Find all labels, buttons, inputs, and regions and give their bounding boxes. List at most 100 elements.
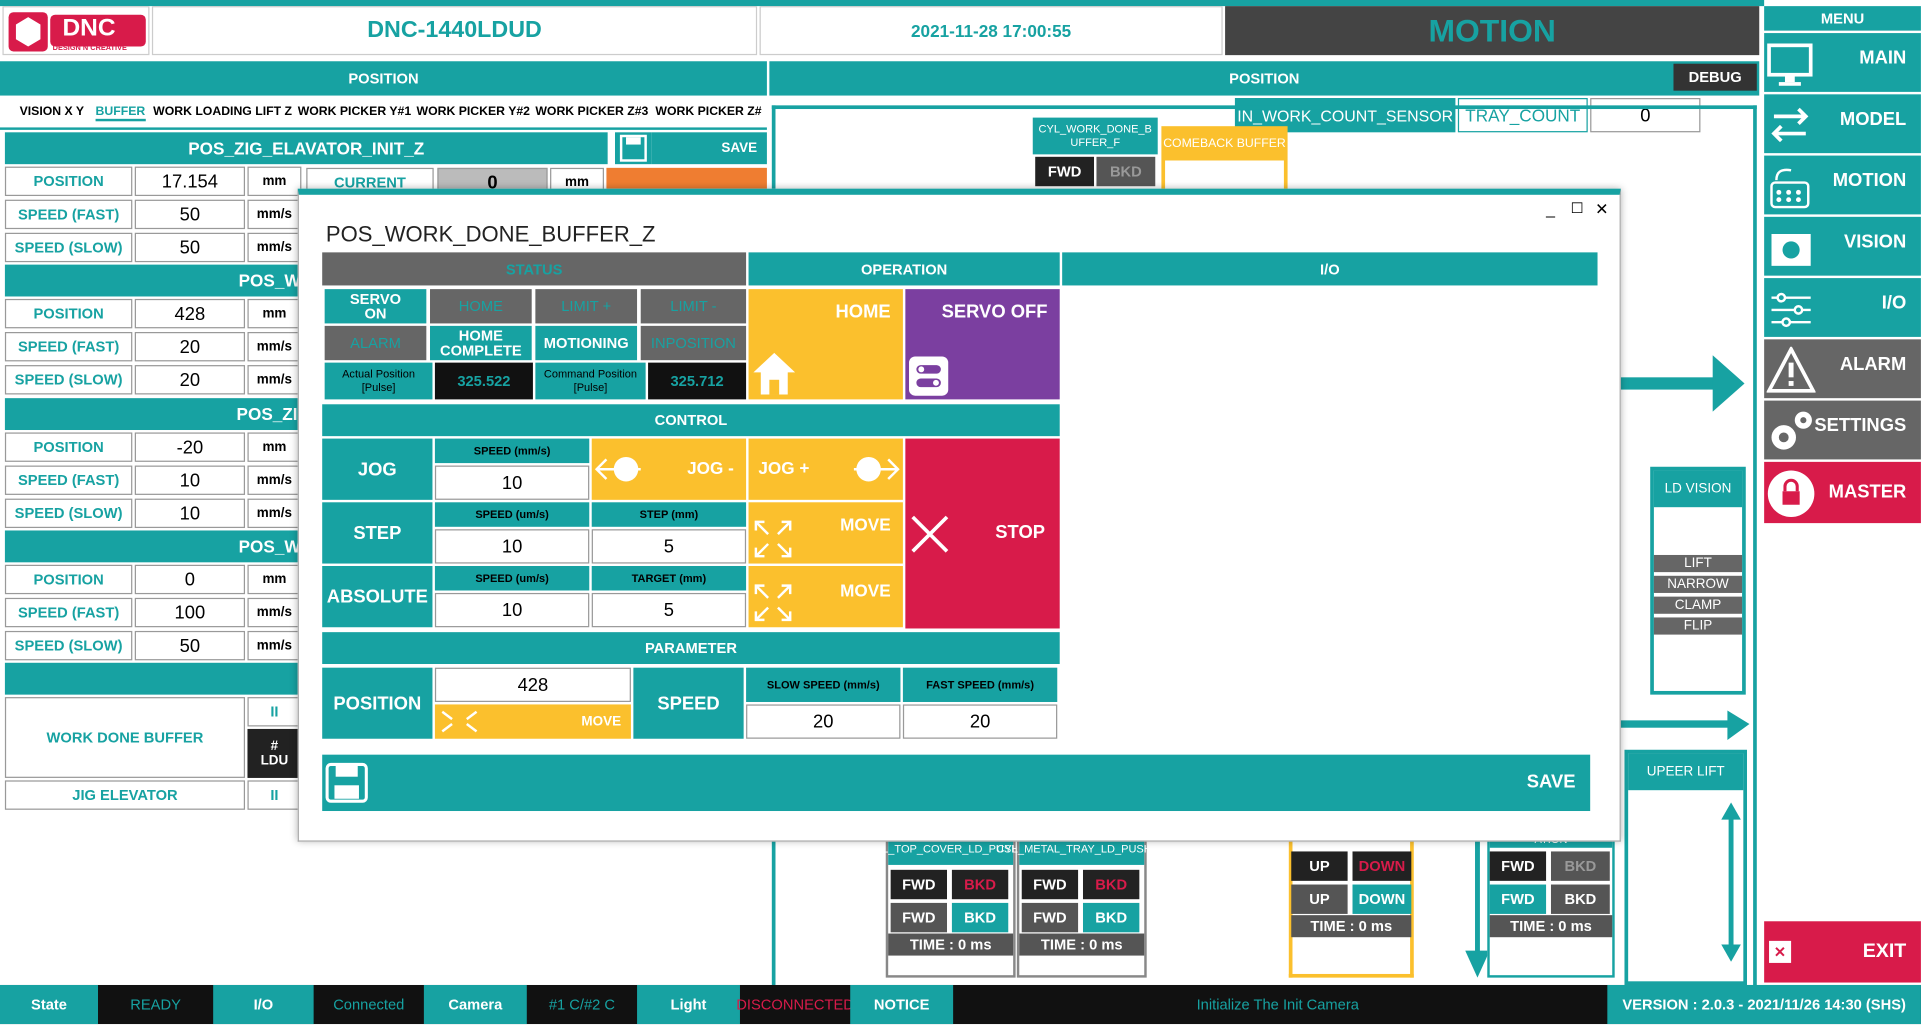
- arrow-right-icon: [1617, 355, 1745, 412]
- cyl-metal-fwd-1[interactable]: FWD: [1021, 869, 1079, 900]
- exit-icon: ✕: [1769, 940, 1792, 963]
- servo-off-label: SERVO OFF: [941, 301, 1048, 323]
- op-home-button[interactable]: HOME: [748, 289, 903, 400]
- menu-label: VISION: [1843, 231, 1907, 253]
- group-fast-value[interactable]: 20: [134, 332, 246, 362]
- home-complete-status: HOME COMPLETE: [430, 325, 532, 361]
- jog-plus-button[interactable]: JOG +: [748, 438, 903, 500]
- param-speed-label: SPEED: [633, 667, 744, 739]
- work-done-buffer-button[interactable]: WORK DONE BUFFER: [4, 697, 246, 778]
- maximize-icon[interactable]: ☐: [1571, 200, 1584, 217]
- logo: DNC DESIGN N CREATIVE: [2, 6, 150, 56]
- menu-label: MAIN: [1859, 47, 1907, 69]
- cyl-buffer-fwd[interactable]: FWD: [1035, 156, 1095, 187]
- group-position-unit: mm: [247, 432, 302, 462]
- param-position-input[interactable]: 428: [434, 667, 631, 702]
- group-fast-value[interactable]: 100: [134, 597, 246, 628]
- parameter-header: PARAMETER: [322, 632, 1060, 665]
- ation-fwd-2[interactable]: FWD: [1489, 884, 1547, 914]
- group-slow-value[interactable]: 50: [134, 630, 246, 661]
- step-move-button[interactable]: MOVE: [748, 502, 903, 564]
- cyl-metal-fwd-2[interactable]: FWD: [1021, 902, 1079, 933]
- cyl-buffer-bkd[interactable]: BKD: [1096, 156, 1156, 187]
- model-name: DNC-1440LDUD: [151, 6, 758, 56]
- group-position-value[interactable]: 0: [134, 564, 246, 595]
- step-mm-input[interactable]: 5: [591, 529, 747, 564]
- menu-settings[interactable]: SETTINGS: [1764, 400, 1921, 460]
- tab-work-picker-y2[interactable]: WORK PICKER Y#2: [417, 105, 530, 118]
- group-slow-value[interactable]: 10: [134, 498, 246, 529]
- group-position-value[interactable]: -20: [134, 432, 246, 462]
- ation-bkd-2[interactable]: BKD: [1550, 884, 1610, 914]
- fast-speed-input[interactable]: 20: [902, 704, 1058, 739]
- menu-label: MASTER: [1828, 481, 1907, 503]
- group-slow-value[interactable]: 50: [134, 232, 246, 263]
- menu-io[interactable]: I/O: [1764, 278, 1921, 337]
- exit-button[interactable]: ✕ EXIT: [1764, 921, 1921, 983]
- monitor-icon: [1767, 43, 1813, 86]
- left-save-button[interactable]: SAVE: [651, 132, 767, 165]
- menu-alarm[interactable]: ALARM: [1764, 339, 1921, 399]
- servo-on-button[interactable]: SERVO ON: [324, 289, 427, 324]
- tab-work-picker-z4[interactable]: WORK PICKER Z#: [655, 105, 761, 118]
- jog-speed-input[interactable]: 10: [434, 465, 590, 500]
- tab-work-picker-y1[interactable]: WORK PICKER Y#1: [298, 105, 411, 118]
- dialog-save-label: SAVE: [1526, 771, 1576, 793]
- tab-work-loading-lift-z[interactable]: WORK LOADING LIFT Z: [153, 105, 292, 118]
- menu-main[interactable]: MAIN: [1764, 33, 1921, 92]
- minimize-icon[interactable]: _: [1546, 200, 1555, 218]
- abs-move-button[interactable]: MOVE: [748, 565, 903, 628]
- group-fast-value[interactable]: 50: [134, 199, 246, 230]
- group-position-value[interactable]: 17.154: [134, 166, 246, 197]
- close-icon[interactable]: ✕: [1595, 200, 1608, 220]
- stop-label: STOP: [995, 521, 1046, 543]
- updown-down-1[interactable]: DOWN: [1352, 851, 1412, 881]
- menu-motion[interactable]: MOTION: [1764, 155, 1921, 215]
- cyl-metal-bkd-1[interactable]: BKD: [1082, 869, 1140, 900]
- command-position-value: 325.712: [648, 362, 747, 400]
- tab-vision-xy[interactable]: VISION X Y: [20, 105, 84, 118]
- debug-button[interactable]: DEBUG: [1673, 63, 1757, 91]
- param-move-button[interactable]: MOVE: [434, 704, 631, 739]
- logo-subtext: DESIGN N CREATIVE: [52, 45, 127, 53]
- ation-bkd-1[interactable]: BKD: [1550, 851, 1610, 881]
- down-arrow-icon: [1465, 833, 1490, 978]
- jog-minus-button[interactable]: JOG -: [591, 438, 747, 500]
- cyl-top-fwd-2[interactable]: FWD: [890, 902, 948, 933]
- ation-fwd-1[interactable]: FWD: [1489, 851, 1547, 881]
- updown-down-2[interactable]: DOWN: [1352, 884, 1412, 914]
- step-speed-label: SPEED (um/s): [434, 502, 590, 527]
- menu-master[interactable]: MASTER: [1764, 461, 1921, 524]
- param-move-label: MOVE: [581, 714, 622, 729]
- dialog-save-button[interactable]: SAVE: [322, 754, 1591, 812]
- menu-model[interactable]: MODEL: [1764, 94, 1921, 154]
- cyl-metal-bkd-2[interactable]: BKD: [1082, 902, 1140, 933]
- stop-button[interactable]: STOP: [905, 438, 1060, 629]
- servo-off-button[interactable]: SERVO OFF: [905, 289, 1060, 400]
- tab-buffer[interactable]: BUFFER: [95, 105, 146, 122]
- group-slow-value[interactable]: 20: [134, 365, 246, 395]
- move-icon: [754, 520, 792, 558]
- updown-up-2[interactable]: UP: [1291, 884, 1348, 914]
- cyl-top-bkd-1[interactable]: BKD: [951, 869, 1009, 900]
- updown-time: TIME : 0 ms: [1291, 915, 1412, 938]
- ldu-hash: #: [270, 738, 279, 754]
- updown-up-1[interactable]: UP: [1291, 851, 1348, 881]
- abs-speed-input[interactable]: 10: [434, 592, 590, 628]
- group-fast-value[interactable]: 10: [134, 465, 246, 495]
- group-position-value[interactable]: 428: [134, 298, 246, 329]
- menu-label: SETTINGS: [1814, 415, 1907, 437]
- tab-bar: VISION X Y BUFFER WORK LOADING LIFT Z WO…: [0, 98, 767, 130]
- absolute-label: ABSOLUTE: [322, 565, 433, 628]
- slow-speed-input[interactable]: 20: [746, 704, 901, 739]
- menu-vision[interactable]: VISION: [1764, 216, 1921, 276]
- cyl-top-bkd-2[interactable]: BKD: [951, 902, 1009, 933]
- motion-icon: [1770, 168, 1810, 209]
- target-input[interactable]: 5: [591, 592, 747, 628]
- cyl-top-fwd-1[interactable]: FWD: [890, 869, 948, 900]
- step-speed-input[interactable]: 10: [434, 529, 590, 564]
- ld-flip: FLIP: [1653, 617, 1743, 635]
- tab-work-picker-z3[interactable]: WORK PICKER Z#3: [535, 105, 648, 118]
- jig-elevator-button[interactable]: JIG ELEVATOR: [4, 780, 246, 810]
- light-label: Light: [637, 984, 740, 1025]
